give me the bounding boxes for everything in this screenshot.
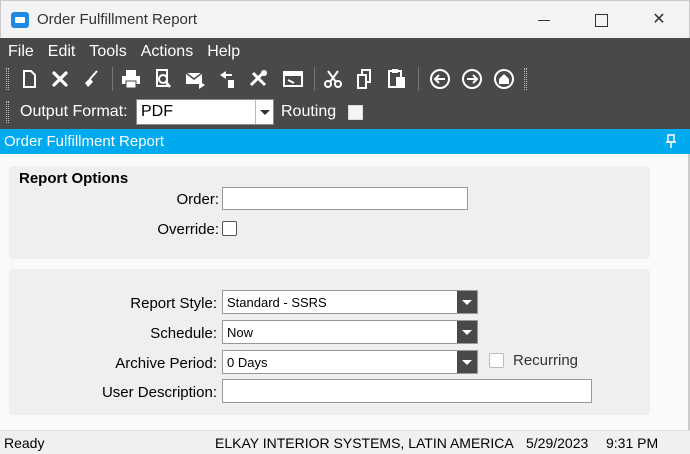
delete-icon[interactable] xyxy=(47,66,73,92)
menu-edit[interactable]: Edit xyxy=(48,41,76,63)
home-icon[interactable] xyxy=(491,66,517,92)
report-settings-panel: Report Style: Standard - SSRS Schedule: … xyxy=(9,269,650,415)
command-area: File Edit Tools Actions Help Output Form… xyxy=(0,38,690,129)
menu-help[interactable]: Help xyxy=(207,41,240,63)
schedule-select[interactable]: Now xyxy=(222,320,478,344)
toolbar-grip[interactable] xyxy=(6,68,9,90)
user-description-label: User Description: xyxy=(101,384,217,401)
attach-icon[interactable] xyxy=(214,66,240,92)
report-options-title: Report Options xyxy=(19,170,129,187)
copy-icon[interactable] xyxy=(352,66,378,92)
minimize-button[interactable] xyxy=(526,7,562,33)
override-label: Override: xyxy=(157,221,219,238)
menu-bar: File Edit Tools Actions Help xyxy=(8,41,254,63)
toolbar-separator xyxy=(314,67,315,91)
menu-file[interactable]: File xyxy=(8,41,34,63)
status-bar: Ready ELKAY INTERIOR SYSTEMS, LATIN AMER… xyxy=(0,430,690,454)
toolbar-separator xyxy=(112,67,113,91)
recurring-checkbox[interactable] xyxy=(489,353,504,368)
output-format-label: Output Format: xyxy=(20,103,128,120)
user-description-input[interactable] xyxy=(222,379,592,403)
output-options-bar: Output Format: PDF Routing xyxy=(0,96,690,128)
menu-tools[interactable]: Tools xyxy=(89,41,126,63)
order-label: Order: xyxy=(176,191,219,208)
archive-period-value: 0 Days xyxy=(227,355,268,370)
options-grip[interactable] xyxy=(6,101,9,123)
report-style-select[interactable]: Standard - SSRS xyxy=(222,290,478,314)
toolbar xyxy=(0,64,690,94)
pin-icon[interactable] xyxy=(665,133,677,149)
window-icon[interactable] xyxy=(280,66,306,92)
forward-icon[interactable] xyxy=(459,66,485,92)
override-checkbox[interactable] xyxy=(222,221,237,236)
print-preview-icon[interactable] xyxy=(150,66,176,92)
status-company: ELKAY INTERIOR SYSTEMS, LATIN AMERICA xyxy=(215,435,514,451)
order-input[interactable] xyxy=(222,187,468,210)
form-header: Order Fulfillment Report xyxy=(0,129,690,154)
paste-icon[interactable] xyxy=(384,66,410,92)
status-text: Ready xyxy=(4,435,45,451)
menu-actions[interactable]: Actions xyxy=(141,41,193,63)
report-style-value: Standard - SSRS xyxy=(227,295,327,310)
chevron-down-icon[interactable] xyxy=(457,321,477,343)
archive-period-select[interactable]: 0 Days xyxy=(222,350,478,374)
tools-icon[interactable] xyxy=(246,66,272,92)
chevron-down-icon[interactable] xyxy=(457,351,477,373)
maximize-button[interactable] xyxy=(583,7,619,33)
print-icon[interactable] xyxy=(118,66,144,92)
recurring-label: Recurring xyxy=(513,352,579,369)
archive-period-label: Archive Period: xyxy=(115,355,217,372)
close-button[interactable]: ✕ xyxy=(641,7,677,33)
status-date: 5/29/2023 xyxy=(526,435,589,451)
report-style-label: Report Style: xyxy=(130,295,217,312)
status-time: 9:31 PM xyxy=(606,435,659,451)
new-icon[interactable] xyxy=(16,66,42,92)
form-title: Order Fulfillment Report xyxy=(4,133,165,150)
send-email-icon[interactable] xyxy=(182,66,208,92)
back-icon[interactable] xyxy=(427,66,453,92)
form-content: Report Options Order: Override: Report S… xyxy=(0,154,690,430)
output-format-select[interactable]: PDF xyxy=(136,99,274,125)
toolbar-grip[interactable] xyxy=(524,68,527,90)
report-options-panel: Report Options Order: Override: xyxy=(9,166,650,259)
window-title: Order Fulfillment Report xyxy=(37,11,198,28)
output-format-value: PDF xyxy=(141,103,173,120)
chevron-down-icon[interactable] xyxy=(457,291,477,313)
app-icon xyxy=(11,12,29,28)
chevron-down-icon[interactable] xyxy=(255,100,273,124)
clear-icon[interactable] xyxy=(78,66,104,92)
routing-checkbox[interactable] xyxy=(348,105,363,120)
schedule-value: Now xyxy=(227,325,254,340)
schedule-label: Schedule: xyxy=(150,325,217,342)
cut-icon[interactable] xyxy=(320,66,346,92)
title-bar: Order Fulfillment Report ✕ xyxy=(0,0,690,38)
routing-label: Routing xyxy=(281,103,337,120)
toolbar-separator xyxy=(418,67,419,91)
